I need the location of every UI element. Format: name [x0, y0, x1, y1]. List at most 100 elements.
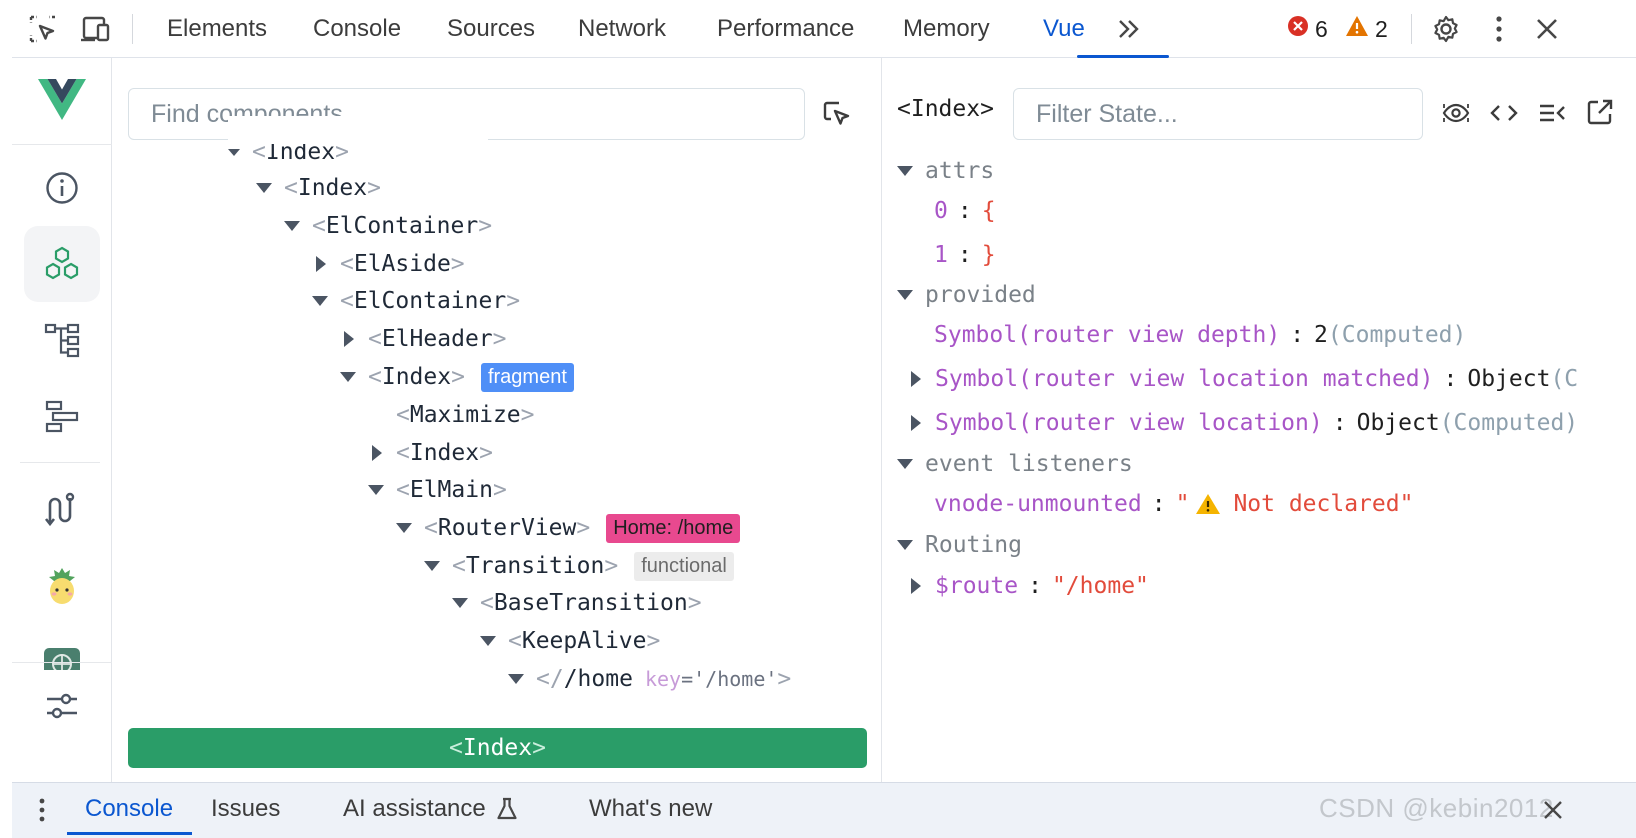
- tree-node[interactable]: < Index >: [368, 435, 493, 471]
- chevrons-right-icon[interactable]: [1112, 12, 1146, 46]
- state-key: 0: [934, 198, 948, 224]
- expand-arrow-icon[interactable]: [508, 674, 524, 684]
- open-external-icon[interactable]: [1583, 96, 1617, 128]
- tab-network[interactable]: Network: [578, 0, 666, 58]
- gear-icon[interactable]: [1429, 12, 1463, 46]
- tree-icon[interactable]: [24, 302, 100, 378]
- tag-bracket: <: [449, 735, 463, 761]
- info-icon[interactable]: [24, 150, 100, 226]
- tree-node[interactable]: < BaseTransition >: [452, 585, 702, 621]
- tag-bracket: <: [424, 515, 438, 541]
- kebab-menu-icon[interactable]: [32, 795, 52, 825]
- tree-node[interactable]: < ElContainer >: [284, 208, 492, 244]
- close-icon[interactable]: [1530, 12, 1564, 46]
- collapse-icon[interactable]: [1535, 98, 1569, 128]
- collapse-arrow-icon[interactable]: [911, 415, 921, 431]
- tree-node[interactable]: < Maximize >: [396, 397, 535, 433]
- globe-icon[interactable]: [24, 624, 100, 670]
- warning-count: 2: [1375, 15, 1388, 42]
- code-icon[interactable]: [1487, 98, 1521, 128]
- component-name: Transition: [465, 553, 605, 579]
- tag-bracket: >: [367, 175, 381, 201]
- expand-arrow-icon[interactable]: [424, 561, 440, 571]
- expand-arrow-icon[interactable]: [452, 598, 468, 608]
- tree-node[interactable]: < ElAside >: [312, 246, 465, 282]
- state-entry: 1 : }: [934, 237, 996, 273]
- tab-sources[interactable]: Sources: [447, 0, 535, 58]
- inspect-element-icon[interactable]: [26, 12, 60, 46]
- state-section-header[interactable]: event listeners: [897, 446, 1133, 482]
- drawer-tab-console[interactable]: Console: [85, 783, 173, 835]
- state-entry[interactable]: $route : "/home": [907, 568, 1149, 604]
- state-section-header[interactable]: Routing: [897, 527, 1022, 563]
- tree-node[interactable]: < Index > fragment: [340, 359, 574, 395]
- kebab-menu-icon[interactable]: [1482, 12, 1516, 46]
- warning-counter[interactable]: 2: [1345, 14, 1388, 44]
- expand-arrow-icon[interactable]: [284, 221, 300, 231]
- tag-bracket: <: [368, 326, 382, 352]
- state-colon: :: [1332, 410, 1347, 436]
- tab-vue[interactable]: Vue: [1043, 0, 1085, 58]
- expand-arrow-icon[interactable]: [897, 459, 913, 469]
- filter-state-input[interactable]: [1013, 88, 1423, 140]
- state-section-header[interactable]: attrs: [897, 153, 994, 189]
- expand-arrow-icon[interactable]: [897, 290, 913, 300]
- state-value: }: [981, 242, 996, 268]
- tree-node[interactable]: < ElContainer >: [312, 283, 520, 319]
- state-entry[interactable]: Symbol(router view location) : Object (C…: [907, 405, 1578, 441]
- tag-bracket: >: [520, 402, 535, 428]
- component-name: ElContainer: [325, 213, 479, 239]
- tab-memory[interactable]: Memory: [903, 0, 990, 58]
- tree-node[interactable]: < ElHeader >: [340, 321, 507, 357]
- attr-value: '/home': [693, 667, 778, 691]
- expand-arrow-icon[interactable]: [897, 540, 913, 550]
- expand-arrow-icon[interactable]: [480, 636, 496, 646]
- pinia-icon[interactable]: [24, 548, 100, 624]
- drawer-tab-ai-assistance[interactable]: AI assistance: [343, 783, 518, 835]
- expand-arrow-icon[interactable]: [256, 183, 272, 193]
- tab-performance[interactable]: Performance: [717, 0, 854, 58]
- collapse-arrow-icon[interactable]: [344, 331, 354, 347]
- collapse-arrow-icon[interactable]: [911, 578, 921, 594]
- tree-node[interactable]: <//home key = '/home' >: [508, 661, 791, 697]
- timeline-icon[interactable]: [24, 378, 100, 454]
- state-value-suffix: (C: [1550, 366, 1579, 392]
- close-icon[interactable]: [1540, 797, 1566, 823]
- tree-node[interactable]: < RouterView > Home: /home: [396, 510, 741, 546]
- tab-console[interactable]: Console: [313, 0, 401, 58]
- tag-bracket: <: [396, 440, 410, 466]
- expand-arrow-icon[interactable]: [396, 523, 412, 533]
- eye-icon[interactable]: [1439, 98, 1473, 128]
- device-toggle-icon[interactable]: [78, 12, 112, 46]
- expand-arrow-icon[interactable]: [312, 296, 328, 306]
- expand-arrow-icon[interactable]: [897, 166, 913, 176]
- settings-sliders-icon[interactable]: [24, 668, 100, 744]
- tag-bracket: <: [340, 251, 354, 277]
- state-entry: 0 : {: [934, 193, 996, 229]
- collapse-arrow-icon[interactable]: [911, 371, 921, 387]
- collapse-arrow-icon[interactable]: [316, 256, 326, 272]
- select-component-in-page-icon[interactable]: [818, 96, 854, 132]
- collapse-arrow-icon[interactable]: [372, 445, 382, 461]
- tree-node[interactable]: < KeepAlive >: [480, 623, 660, 659]
- tree-node[interactable]: < Transition > functional: [424, 548, 734, 584]
- expand-arrow-icon[interactable]: [368, 485, 384, 495]
- component-name: Index: [381, 364, 452, 390]
- expand-arrow-icon[interactable]: [228, 148, 240, 156]
- error-icon: [1287, 15, 1309, 43]
- tab-elements[interactable]: Elements: [167, 0, 267, 58]
- state-entry[interactable]: Symbol(router view location matched) : O…: [907, 361, 1578, 397]
- state-colon: :: [1443, 366, 1458, 392]
- tree-node[interactable]: < Index >: [256, 170, 381, 206]
- error-counter[interactable]: 6: [1287, 14, 1328, 44]
- state-key: $route: [935, 573, 1019, 599]
- tree-node[interactable]: < ElMain >: [368, 472, 507, 508]
- drawer-tab-issues[interactable]: Issues: [211, 783, 280, 835]
- router-icon[interactable]: [24, 472, 100, 548]
- drawer-tab-whats-new[interactable]: What's new: [589, 783, 712, 835]
- components-icon[interactable]: [24, 226, 100, 302]
- tag-bracket: >: [478, 213, 493, 239]
- state-section-header[interactable]: provided: [897, 277, 1036, 313]
- expand-arrow-icon[interactable]: [340, 372, 356, 382]
- selected-tree-node[interactable]: < Index >: [128, 728, 867, 768]
